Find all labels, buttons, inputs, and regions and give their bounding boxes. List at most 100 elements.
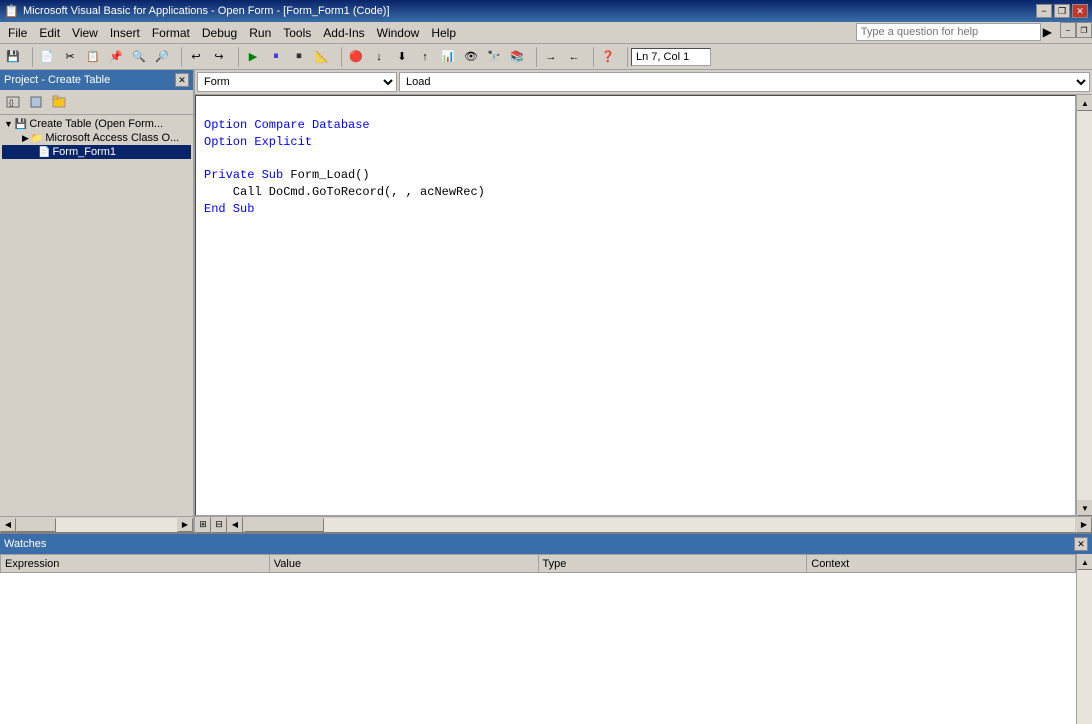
restore-button[interactable]: ❐ <box>1054 4 1070 18</box>
toolbar-row-1: 💾 📄 ✂ 📋 📌 🔍 🔎 ↩ ↪ ▶ ⏸ ⏹ 📐 🔴 ↓ ⬇ ↑ 📊 👁 🔭 … <box>0 44 1092 70</box>
svg-text:{}: {} <box>9 100 14 107</box>
watches-table-area: Expression Value Type Context <box>0 554 1076 724</box>
watches-col-expression: Expression <box>1 555 270 573</box>
menu-tools[interactable]: Tools <box>277 24 317 42</box>
code-indent-right-btn[interactable]: ⊟ <box>211 517 227 533</box>
help-search-input[interactable] <box>856 23 1041 41</box>
menu-file[interactable]: File <box>2 24 33 42</box>
tb-watch-icon[interactable]: 👁 <box>460 46 482 68</box>
watches-panel: Watches ✕ Expression Value Type Context <box>0 532 1092 724</box>
menu-format[interactable]: Format <box>146 24 196 42</box>
watches-table: Expression Value Type Context <box>0 554 1076 573</box>
menu-restore-btn[interactable]: ❐ <box>1076 22 1092 38</box>
tree-root[interactable]: ▼ 💾 Create Table (Open Form... <box>2 117 191 131</box>
pt-view-code-btn[interactable]: {} <box>2 92 24 112</box>
tb-outdent-icon[interactable]: ← <box>563 46 585 68</box>
pt-toggle-folders-btn[interactable] <box>48 92 70 112</box>
tb-copy-icon[interactable]: 📋 <box>82 46 104 68</box>
vscroll-down-btn[interactable]: ▼ <box>1077 500 1092 516</box>
tree-ms-access[interactable]: ▶ 📁 Microsoft Access Class O... <box>2 131 191 145</box>
tb-find-icon[interactable]: 🔍 <box>128 46 150 68</box>
hscroll-left-btn[interactable]: ◀ <box>227 517 243 533</box>
hscroll-track <box>244 518 1075 532</box>
tree-root-label: Create Table (Open Form... <box>29 118 163 130</box>
project-scroll-track <box>16 518 177 532</box>
watches-title: Watches <box>4 538 46 550</box>
project-scroll-left[interactable]: ◀ <box>0 518 16 532</box>
tree-folder-icon: 📁 <box>31 133 43 144</box>
project-panel-close[interactable]: ✕ <box>175 73 189 87</box>
tree-form-form1[interactable]: 📄 Form_Form1 <box>2 145 191 159</box>
code-editor[interactable]: Option Compare Database Option Explicit … <box>195 95 1076 516</box>
object-dropdown[interactable]: Form <box>197 72 397 92</box>
project-panel-header: Project - Create Table ✕ <box>0 70 193 90</box>
title-controls: − ❐ ✕ <box>1036 4 1088 18</box>
code-vscroll: ▲ ▼ <box>1076 95 1092 516</box>
menu-debug[interactable]: Debug <box>196 24 243 42</box>
tb-design-icon[interactable]: 📐 <box>311 46 333 68</box>
pt-view-object-btn[interactable] <box>25 92 47 112</box>
project-panel: Project - Create Table ✕ {} ▼ <box>0 70 195 532</box>
menu-window-controls: − ❐ <box>1060 22 1092 38</box>
tb-reset-icon[interactable]: ⏹ <box>288 46 310 68</box>
code-indent-left-btn[interactable]: ⊞ <box>195 517 211 533</box>
tb-step3-icon[interactable]: ↑ <box>414 46 436 68</box>
code-toolbar: Form Load <box>195 70 1092 95</box>
watches-vscroll-track <box>1077 570 1092 724</box>
tb-paste-icon[interactable]: 📌 <box>105 46 127 68</box>
help-search-area: ▶ <box>856 23 1052 41</box>
project-scroll-right[interactable]: ▶ <box>177 518 193 532</box>
tb-sep-2 <box>176 47 182 67</box>
code-area-wrapper: Option Compare Database Option Explicit … <box>195 95 1092 516</box>
menu-help[interactable]: Help <box>425 24 462 42</box>
vscroll-up-btn[interactable]: ▲ <box>1077 95 1092 111</box>
hscroll-thumb[interactable] <box>244 518 324 532</box>
close-button[interactable]: ✕ <box>1072 4 1088 18</box>
help-arrow-icon: ▶ <box>1043 25 1052 39</box>
tb-bp-icon[interactable]: 🔴 <box>345 46 367 68</box>
watches-close-btn[interactable]: ✕ <box>1074 537 1088 551</box>
menu-addins[interactable]: Add-Ins <box>317 24 370 42</box>
tb-sep-6 <box>588 47 594 67</box>
procedure-dropdown[interactable]: Load <box>399 72 1090 92</box>
tb-sep-1 <box>27 47 33 67</box>
hscroll-right-btn[interactable]: ▶ <box>1076 517 1092 533</box>
menu-minimize-btn[interactable]: − <box>1060 22 1076 38</box>
tb-locals-icon[interactable]: 📊 <box>437 46 459 68</box>
watches-col-type: Type <box>538 555 807 573</box>
tb-quickwatch-icon[interactable]: 🔭 <box>483 46 505 68</box>
menu-insert[interactable]: Insert <box>104 24 146 42</box>
watches-vscroll-up-btn[interactable]: ▲ <box>1077 554 1092 570</box>
tb-step2-icon[interactable]: ⬇ <box>391 46 413 68</box>
watches-body <box>0 573 1076 724</box>
tb-sep-3 <box>233 47 239 67</box>
tb-save-icon[interactable]: 💾 <box>2 46 24 68</box>
minimize-button[interactable]: − <box>1036 4 1052 18</box>
tb-indent-icon[interactable]: → <box>540 46 562 68</box>
tb-find2-icon[interactable]: 🔎 <box>151 46 173 68</box>
title-bar: 📋 Microsoft Visual Basic for Application… <box>0 0 1092 22</box>
tb-cut-icon[interactable]: ✂ <box>59 46 81 68</box>
menu-edit[interactable]: Edit <box>33 24 66 42</box>
tb-insert-module-icon[interactable]: 📄 <box>36 46 58 68</box>
menu-view[interactable]: View <box>66 24 104 42</box>
tree-expand-icon: ▶ <box>22 133 29 144</box>
watches-content: Expression Value Type Context ▲ ▼ <box>0 554 1092 724</box>
watches-vscroll: ▲ ▼ <box>1076 554 1092 724</box>
tb-call-stack-icon[interactable]: 📚 <box>506 46 528 68</box>
menu-window[interactable]: Window <box>371 24 426 42</box>
project-scroll-thumb[interactable] <box>16 518 56 532</box>
code-content: Option Compare Database Option Explicit … <box>204 100 1067 218</box>
tree-form-icon: 📄 <box>38 147 50 158</box>
project-toolbar: {} <box>0 90 193 115</box>
tb-run-icon[interactable]: ▶ <box>242 46 264 68</box>
title-left: 📋 Microsoft Visual Basic for Application… <box>4 4 390 18</box>
tb-sep-5 <box>531 47 537 67</box>
vscroll-track <box>1077 111 1092 500</box>
tb-redo-icon[interactable]: ↪ <box>208 46 230 68</box>
tb-step-icon[interactable]: ↓ <box>368 46 390 68</box>
menu-run[interactable]: Run <box>243 24 277 42</box>
tb-break-icon[interactable]: ⏸ <box>265 46 287 68</box>
tb-undo-icon[interactable]: ↩ <box>185 46 207 68</box>
tb-help-icon[interactable]: ❓ <box>597 46 619 68</box>
